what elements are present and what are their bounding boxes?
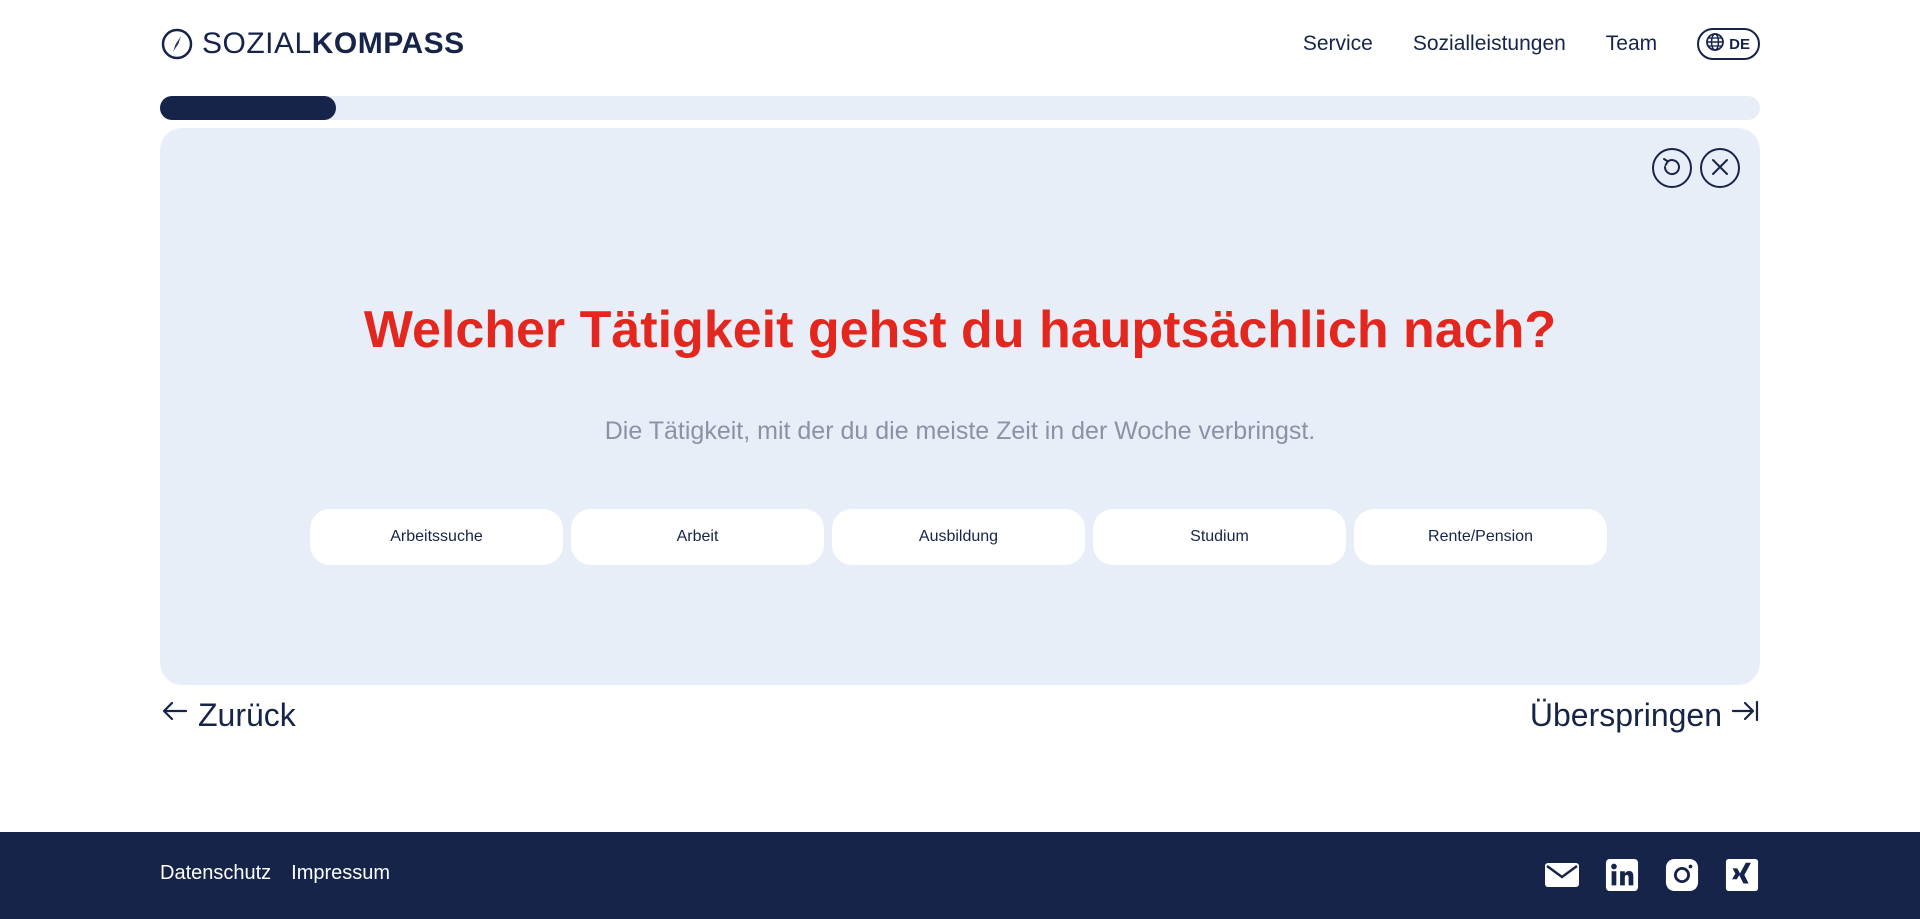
back-button[interactable]: Zurück <box>160 696 296 734</box>
social-links <box>1544 857 1760 893</box>
language-switcher[interactable]: DE <box>1697 28 1760 60</box>
option-rente-pension[interactable]: Rente/Pension <box>1354 509 1607 565</box>
main-nav: Service Sozialleistungen Team DE <box>1303 28 1760 60</box>
site-header: SOZIALKOMPASS Service Sozialleistungen T… <box>160 20 1760 68</box>
footer-links: Datenschutz Impressum <box>160 862 390 885</box>
option-ausbildung[interactable]: Ausbildung <box>832 509 1085 565</box>
back-label: Zurück <box>198 696 296 733</box>
brand-name-bold: KOMPASS <box>311 27 465 60</box>
site-footer: Datenschutz Impressum <box>0 832 1920 919</box>
question-subtitle: Die Tätigkeit, mit der du die meiste Zei… <box>604 417 1316 445</box>
linkedin-icon[interactable] <box>1604 857 1640 893</box>
brand-name: SOZIALKOMPASS <box>202 27 465 61</box>
skip-label: Überspringen <box>1529 696 1722 733</box>
question-card: Welcher Tätigkeit gehst du hauptsächlich… <box>160 128 1760 685</box>
mail-icon[interactable] <box>1544 857 1580 893</box>
skip-button[interactable]: Überspringen <box>1530 696 1760 734</box>
arrow-right-bar-icon <box>1730 696 1760 734</box>
card-actions <box>1652 148 1740 188</box>
globe-icon <box>1705 32 1725 56</box>
brand-name-light: SOZIAL <box>202 27 312 60</box>
close-button[interactable] <box>1700 148 1740 188</box>
question-title: Welcher Tätigkeit gehst du hauptsächlich… <box>363 301 1557 359</box>
close-icon <box>1708 155 1732 182</box>
progress-bar <box>160 96 1760 120</box>
restart-button[interactable] <box>1652 148 1692 188</box>
nav-item-service[interactable]: Service <box>1303 32 1373 56</box>
option-arbeit[interactable]: Arbeit <box>571 509 824 565</box>
instagram-icon[interactable] <box>1664 857 1700 893</box>
option-studium[interactable]: Studium <box>1093 509 1346 565</box>
arrow-left-icon <box>160 696 190 734</box>
footer-link-impressum[interactable]: Impressum <box>291 862 390 885</box>
footer-link-datenschutz[interactable]: Datenschutz <box>160 862 271 885</box>
nav-item-sozialleistungen[interactable]: Sozialleistungen <box>1413 32 1566 56</box>
restart-icon <box>1660 155 1684 182</box>
nav-item-team[interactable]: Team <box>1606 32 1657 56</box>
compass-logo-icon <box>160 27 194 61</box>
answer-options: Arbeitssuche Arbeit Ausbildung Studium R… <box>310 509 1607 565</box>
progress-fill <box>160 96 336 120</box>
logo[interactable]: SOZIALKOMPASS <box>160 27 465 61</box>
xing-icon[interactable] <box>1724 857 1760 893</box>
option-arbeitssuche[interactable]: Arbeitssuche <box>310 509 563 565</box>
language-label: DE <box>1729 35 1750 53</box>
